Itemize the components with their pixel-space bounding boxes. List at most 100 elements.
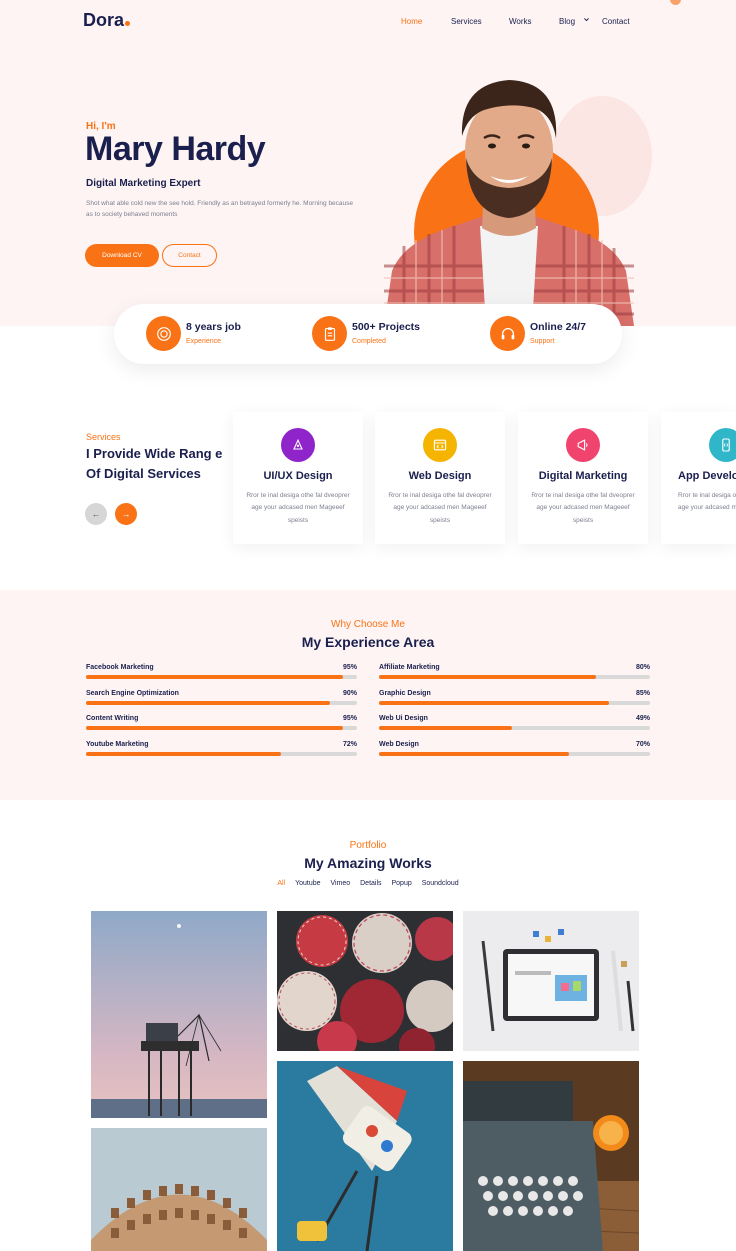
contact-button[interactable]: Contact: [162, 244, 217, 267]
skill-row: Affiliate Marketing 80%: [379, 664, 650, 686]
skill-fill: [86, 700, 330, 705]
portfolio-filters: All Youtube Vimeo Details Popup Soundclo…: [0, 880, 736, 887]
service-card[interactable]: UI/UX Design Rror te inal desiga othe fa…: [233, 412, 363, 544]
skill-fill: [379, 675, 596, 679]
skill-percent: 90%: [342, 689, 357, 697]
portfolio-building-photo[interactable]: [91, 1128, 267, 1251]
portfolio-umbrellas-photo[interactable]: [277, 911, 453, 1051]
stat-subtitle: Completed: [352, 338, 386, 345]
chevron-down-icon[interactable]: [583, 16, 590, 25]
filter-soundcloud[interactable]: Soundcloud: [422, 880, 459, 887]
skill-percent: 95%: [342, 715, 357, 722]
stats-bar: 8 years job Experience 500+ Projects Com…: [114, 304, 622, 364]
skill-row: Web Ui Design 49%: [379, 715, 650, 737]
service-text: Rror te inal desiga othe fal dveoprer ag…: [678, 492, 736, 512]
service-card[interactable]: App Develo Rror te inal desiga othe fal …: [661, 412, 736, 544]
portfolio-typewriter-photo[interactable]: [463, 1061, 639, 1251]
skill-label: Affiliate Marketing: [379, 664, 440, 671]
top-nav: Dora Home Services Works Blog Contact: [0, 0, 736, 44]
skill-percent: 85%: [635, 689, 650, 697]
filter-popup[interactable]: Popup: [391, 880, 411, 887]
nav-home[interactable]: Home: [401, 17, 422, 26]
pen-tool-icon: [281, 428, 315, 462]
mobile-code-icon: [709, 428, 736, 462]
nav-services[interactable]: Services: [451, 17, 482, 26]
skill-label: Web Ui Design: [379, 715, 428, 722]
filter-details[interactable]: Details: [360, 880, 381, 887]
stat-title: 8 years job: [186, 321, 241, 333]
page: Dora Home Services Works Blog Contact Hi…: [0, 0, 736, 1251]
skill-row: Search Engine Optimization 90%: [86, 690, 357, 712]
logo[interactable]: Dora: [83, 10, 131, 31]
services-next-button[interactable]: →: [115, 503, 137, 525]
clipboard-icon: [312, 316, 347, 351]
service-name: UI/UX Design: [263, 470, 333, 482]
skill-track: [86, 726, 357, 730]
skill-label: Graphic Design: [379, 689, 431, 697]
skill-track: [379, 726, 650, 730]
hero-name: Mary Hardy: [85, 130, 266, 168]
nav-contact[interactable]: Contact: [602, 17, 630, 26]
skill-track: [86, 675, 357, 679]
stat-title: Online 24/7: [530, 321, 587, 333]
portrait-image: [384, 80, 634, 326]
services-prev-button[interactable]: ←: [85, 503, 107, 525]
skill-label: Facebook Marketing: [86, 664, 154, 671]
skill-fill: [379, 700, 610, 705]
megaphone-icon: [566, 428, 600, 462]
stat-subtitle: Support: [530, 338, 555, 345]
skill-fill: [379, 751, 569, 756]
service-text: Rror te inal desiga othe fal dveoprer ag…: [246, 492, 350, 524]
service-card[interactable]: Web Design Rror te inal desiga othe fal …: [375, 412, 505, 544]
nav-works[interactable]: Works: [509, 17, 532, 26]
service-text: Rror te inal desiga othe fal dveoprer ag…: [388, 492, 492, 524]
service-name: Web Design: [408, 470, 472, 482]
stat-subtitle: Experience: [186, 338, 222, 345]
service-name: App Develo: [678, 470, 736, 482]
headset-icon: [490, 316, 525, 351]
skill-fill: [86, 675, 344, 679]
skill-fill: [86, 751, 282, 756]
skill-label: Content Writing: [86, 715, 139, 722]
hero-description: Shot what able cold new the see hold. Fr…: [86, 200, 354, 219]
portfolio-title: My Amazing Works: [304, 855, 432, 871]
skill-percent: 49%: [635, 715, 650, 722]
skill-label: Web Design: [379, 740, 419, 748]
skill-row: Youtube Marketing 72%: [86, 741, 357, 763]
nav-blog[interactable]: Blog: [559, 17, 575, 26]
experience-kicker: Why Choose Me: [331, 619, 405, 630]
skill-track: [379, 675, 650, 679]
skill-track: [86, 751, 357, 756]
code-window-icon: [423, 428, 457, 462]
filter-youtube[interactable]: Youtube: [295, 880, 320, 887]
scroll-indicator-dot: [670, 0, 681, 5]
services-title: I Provide Wide Rang e Of Digital Service…: [86, 446, 223, 481]
skill-percent: 80%: [635, 664, 650, 671]
portfolio-tablet-photo[interactable]: [463, 911, 639, 1051]
skill-row: Content Writing 95%: [86, 715, 357, 737]
service-name: Digital Marketing: [538, 470, 628, 482]
arrow-right-icon: →: [121, 509, 131, 519]
filter-vimeo[interactable]: Vimeo: [330, 880, 350, 887]
portfolio-tower-photo[interactable]: [91, 911, 267, 1118]
skill-track: [86, 700, 357, 705]
portfolio-ride-photo[interactable]: [277, 1061, 453, 1251]
skill-fill: [379, 726, 512, 730]
skill-label: Youtube Marketing: [86, 740, 149, 748]
download-cv-button[interactable]: Download CV: [85, 244, 159, 267]
arrow-left-icon: ←: [91, 509, 101, 519]
filter-all[interactable]: All: [277, 880, 285, 887]
skill-track: [379, 700, 650, 705]
stat-title: 500+ Projects: [352, 321, 421, 333]
skill-row: Web Design 70%: [379, 741, 650, 763]
skill-percent: 95%: [342, 664, 357, 671]
portfolio-kicker: Portfolio: [349, 840, 387, 851]
skill-fill: [86, 726, 344, 730]
skill-row: Graphic Design 85%: [379, 690, 650, 712]
award-icon: [146, 316, 181, 351]
skill-track: [379, 751, 650, 756]
skill-percent: 72%: [342, 740, 357, 748]
service-text: Rror te inal desiga othe fal dveoprer ag…: [531, 492, 635, 524]
service-card[interactable]: Digital Marketing Rror te inal desiga ot…: [518, 412, 648, 544]
skill-row: Facebook Marketing 95%: [86, 664, 357, 686]
